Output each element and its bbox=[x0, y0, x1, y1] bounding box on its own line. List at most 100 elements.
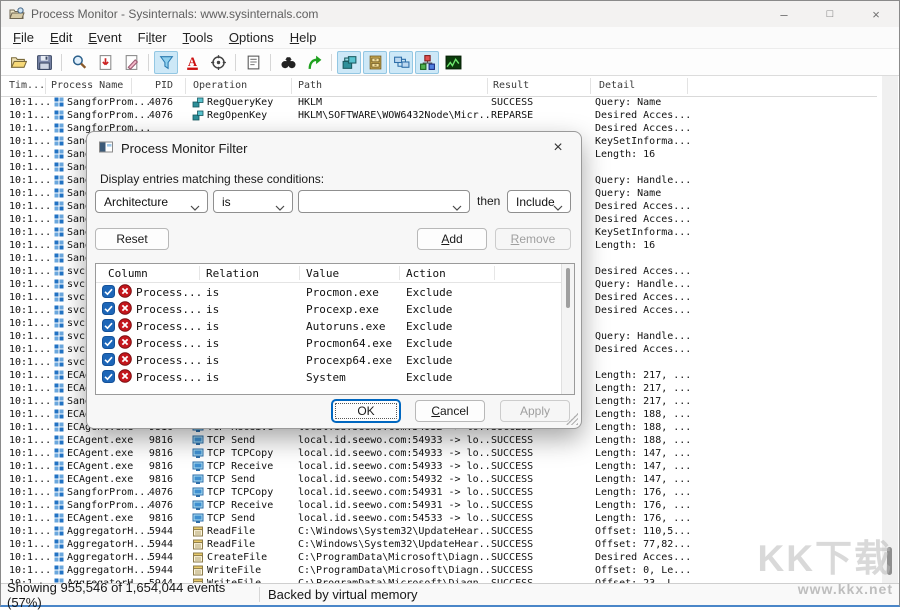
event-row[interactable]: 10:1...ECAgent.exe9816TCP TCPCopylocal.i… bbox=[1, 447, 879, 460]
cell-detail: Length: 188, ... bbox=[595, 408, 877, 421]
event-row[interactable]: 10:1...ECAgent.exe9816TCP Sendlocal.id.s… bbox=[1, 434, 879, 447]
menu-filter[interactable]: Filter bbox=[130, 28, 175, 47]
capture-icon[interactable] bbox=[67, 51, 91, 74]
ok-button[interactable]: OK bbox=[332, 400, 400, 422]
event-row[interactable]: 10:1...SangforProm...4076RegOpenKeyHKLM\… bbox=[1, 109, 879, 122]
add-button[interactable]: Add bbox=[417, 228, 487, 250]
filter-col-action[interactable]: Action bbox=[406, 267, 446, 280]
filter-col-column[interactable]: Column bbox=[108, 267, 148, 280]
apply-button[interactable]: Apply bbox=[500, 400, 570, 422]
rule-checkbox[interactable] bbox=[102, 336, 115, 352]
cell-detail: Length: 147, ... bbox=[595, 473, 877, 486]
remove-button[interactable]: Remove bbox=[495, 228, 571, 250]
cell-detail: Desired Acces... bbox=[595, 213, 877, 226]
rule-checkbox[interactable] bbox=[102, 285, 115, 301]
cell-time: 10:1... bbox=[9, 291, 51, 304]
cancel-button[interactable]: Cancel bbox=[415, 400, 485, 422]
rule-action: Exclude bbox=[406, 286, 452, 299]
event-row[interactable]: 10:1...AggregatorH...5944ReadFileC:\Wind… bbox=[1, 538, 879, 551]
cell-operation: TCP Receive bbox=[207, 460, 295, 473]
event-properties-icon[interactable] bbox=[241, 51, 265, 74]
show-network-icon[interactable] bbox=[389, 51, 413, 74]
find-icon[interactable] bbox=[276, 51, 300, 74]
col-header-time[interactable]: Tim... bbox=[9, 80, 45, 91]
event-row[interactable]: 10:1...ECAgent.exe9816TCP Receivelocal.i… bbox=[1, 460, 879, 473]
show-process-icon[interactable] bbox=[415, 51, 439, 74]
filter-rule-row[interactable]: Process...isProcexp.exeExclude bbox=[96, 300, 574, 317]
autoscroll-icon[interactable] bbox=[93, 51, 117, 74]
cell-pid: 5944 bbox=[137, 525, 173, 538]
vertical-scrollbar[interactable] bbox=[882, 76, 898, 584]
filter-rule-row[interactable]: Process...isSystemExclude bbox=[96, 368, 574, 385]
show-filesystem-icon[interactable] bbox=[363, 51, 387, 74]
filter-icon[interactable] bbox=[154, 51, 178, 74]
event-row[interactable]: 10:1...ECAgent.exe9816TCP Sendlocal.id.s… bbox=[1, 473, 879, 486]
open-file-icon[interactable] bbox=[6, 51, 30, 74]
include-process-icon[interactable] bbox=[206, 51, 230, 74]
cell-path: C:\Windows\System32\UpdateHear... bbox=[298, 538, 490, 551]
exclude-icon bbox=[118, 335, 132, 352]
filter-rule-row[interactable]: Process...isProcexp64.exeExclude bbox=[96, 351, 574, 368]
event-row[interactable]: 10:1...SangforProm...4076TCP TCPCopyloca… bbox=[1, 486, 879, 499]
show-profiling-icon[interactable] bbox=[441, 51, 465, 74]
jump-to-icon[interactable] bbox=[302, 51, 326, 74]
col-header-path[interactable]: Path bbox=[298, 80, 322, 91]
filter-rule-row[interactable]: Process...isAutoruns.exeExclude bbox=[96, 317, 574, 334]
rule-checkbox[interactable] bbox=[102, 370, 115, 386]
col-header-result[interactable]: Result bbox=[493, 80, 529, 91]
event-row[interactable]: 10:1...ECAgent.exe9816TCP Sendlocal.id.s… bbox=[1, 512, 879, 525]
filter-rule-row[interactable]: Process...isProcmon.exeExclude bbox=[96, 283, 574, 300]
event-row[interactable]: 10:1...AggregatorH...5944CreateFileC:\Pr… bbox=[1, 551, 879, 564]
minimize-button[interactable]: – bbox=[761, 1, 807, 27]
maximize-button[interactable]: □ bbox=[807, 1, 853, 27]
cell-time: 10:1... bbox=[9, 122, 51, 135]
menu-help[interactable]: Help bbox=[282, 28, 325, 47]
menu-options[interactable]: Options bbox=[221, 28, 282, 47]
dialog-resize-grip[interactable] bbox=[566, 413, 578, 425]
event-row[interactable]: 10:1...AggregatorH...5944ReadFileC:\Wind… bbox=[1, 525, 879, 538]
scrollbar-thumb[interactable] bbox=[887, 547, 892, 575]
status-events: Showing 955,546 of 1,654,044 events (57%… bbox=[1, 580, 259, 610]
menu-event[interactable]: Event bbox=[80, 28, 129, 47]
relation-combobox[interactable]: is bbox=[213, 190, 293, 213]
rule-checkbox[interactable] bbox=[102, 302, 115, 318]
menu-edit[interactable]: Edit bbox=[42, 28, 80, 47]
status-divider bbox=[259, 587, 260, 602]
col-header-operation[interactable]: Operation bbox=[193, 80, 247, 91]
col-header-detail[interactable]: Detail bbox=[599, 80, 635, 91]
menu-file[interactable]: File bbox=[5, 28, 42, 47]
filter-col-relation[interactable]: Relation bbox=[206, 267, 259, 280]
close-button[interactable]: × bbox=[853, 1, 899, 27]
toolbar: A bbox=[1, 49, 899, 76]
filter-col-value[interactable]: Value bbox=[306, 267, 339, 280]
save-icon[interactable] bbox=[32, 51, 56, 74]
reset-button[interactable]: Reset bbox=[95, 228, 169, 250]
rule-relation: is bbox=[206, 320, 219, 333]
value-combobox[interactable] bbox=[298, 190, 470, 213]
rule-checkbox[interactable] bbox=[102, 353, 115, 369]
exclude-icon bbox=[118, 352, 132, 369]
cell-time: 10:1... bbox=[9, 408, 51, 421]
event-row[interactable]: 10:1...SangforProm...4076TCP Receiveloca… bbox=[1, 499, 879, 512]
rule-column: Process... bbox=[136, 303, 202, 316]
show-registry-icon[interactable] bbox=[337, 51, 361, 74]
dialog-close-icon[interactable]: × bbox=[539, 134, 577, 162]
filter-rule-row[interactable]: Process...isProcmon64.exeExclude bbox=[96, 334, 574, 351]
cell-result: SUCCESS bbox=[491, 460, 591, 473]
menu-tools[interactable]: Tools bbox=[175, 28, 221, 47]
window-controls: –□× bbox=[761, 1, 899, 27]
action-combobox[interactable]: Include bbox=[507, 190, 571, 213]
event-row[interactable]: 10:1...AggregatorH...5944WriteFileC:\Pro… bbox=[1, 564, 879, 577]
rule-checkbox[interactable] bbox=[102, 319, 115, 335]
cell-result: SUCCESS bbox=[491, 512, 591, 525]
column-combobox[interactable]: Architecture bbox=[95, 190, 208, 213]
event-row[interactable]: 10:1...SangforProm...4076RegQueryKeyHKLM… bbox=[1, 96, 879, 109]
cell-detail: Offset: 110,5... bbox=[595, 525, 877, 538]
clear-icon[interactable] bbox=[119, 51, 143, 74]
filter-list-scrollbar[interactable] bbox=[561, 264, 574, 394]
cell-operation: RegQueryKey bbox=[207, 96, 295, 109]
col-header-process[interactable]: Process Name bbox=[51, 80, 123, 91]
col-header-pid[interactable]: PID bbox=[137, 80, 173, 91]
highlight-icon[interactable]: A bbox=[180, 51, 204, 74]
cell-operation: TCP TCPCopy bbox=[207, 486, 295, 499]
